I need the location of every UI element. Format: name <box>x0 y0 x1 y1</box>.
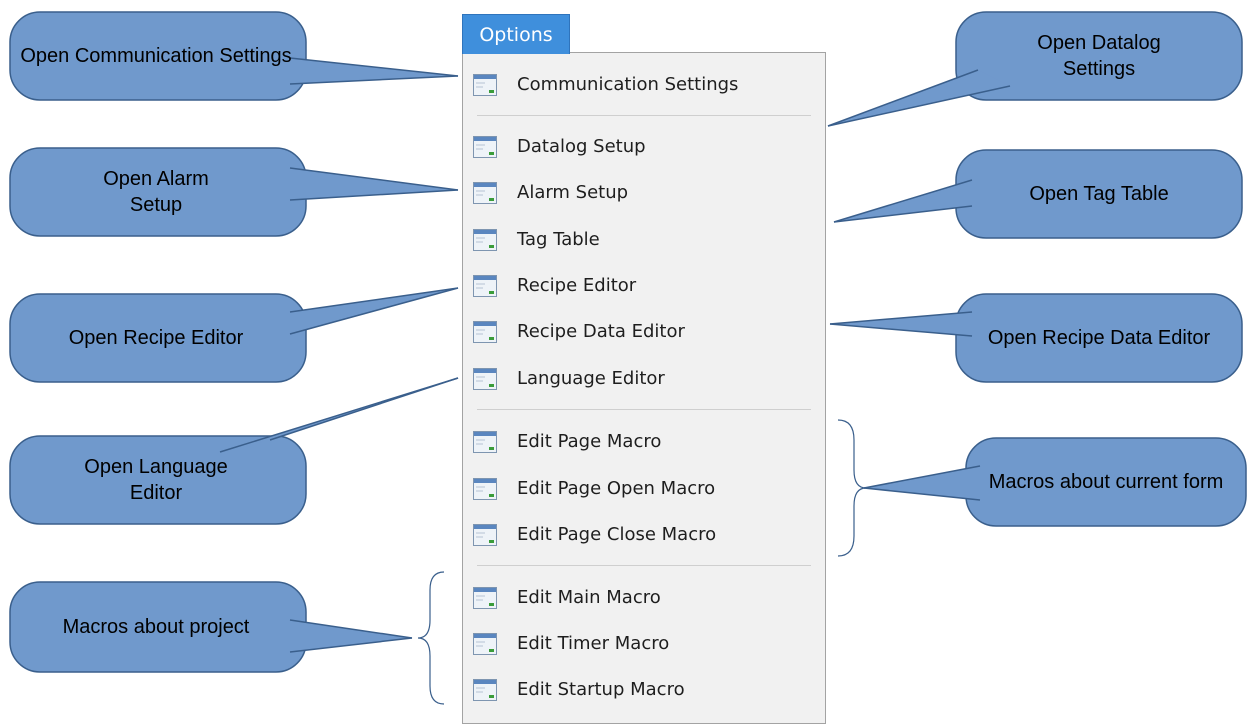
bracket-form-macros <box>837 419 867 557</box>
callout-macros-project-text: Macros about project <box>62 616 250 638</box>
menu-separator <box>477 565 811 566</box>
window-icon <box>473 74 497 96</box>
menu-item-label: Edit Page Macro <box>517 431 662 452</box>
callout-language-text: Open Language Editor <box>84 456 228 504</box>
menu-item-label: Tag Table <box>517 229 600 250</box>
menu-item-label: Language Editor <box>517 368 665 389</box>
options-dropdown-menu: Communication Settings Datalog Setup Ala… <box>462 52 826 724</box>
menu-item-language-editor[interactable]: Language Editor <box>463 360 825 398</box>
callout-datalog-text: Open Datalog Settings <box>1037 32 1161 80</box>
window-icon <box>473 182 497 204</box>
bracket-project-macros <box>417 571 445 705</box>
menu-item-tag-table[interactable]: Tag Table <box>463 221 825 259</box>
menu-item-label: Edit Page Open Macro <box>517 478 716 499</box>
window-icon <box>473 321 497 343</box>
menu-separator <box>477 115 811 116</box>
menu-item-edit-startup-macro[interactable]: Edit Startup Macro <box>463 671 825 709</box>
menu-item-label: Recipe Editor <box>517 275 637 296</box>
window-icon <box>473 136 497 158</box>
menu-item-edit-page-close-macro[interactable]: Edit Page Close Macro <box>463 516 825 554</box>
menu-separator <box>477 409 811 410</box>
callout-tag-table-text: Open Tag Table <box>1029 183 1169 205</box>
window-icon <box>473 587 497 609</box>
menu-item-label: Recipe Data Editor <box>517 321 685 342</box>
window-icon <box>473 524 497 546</box>
window-icon <box>473 478 497 500</box>
menu-item-edit-timer-macro[interactable]: Edit Timer Macro <box>463 625 825 663</box>
menu-item-label: Datalog Setup <box>517 136 646 157</box>
callout-recipe-data-text: Open Recipe Data Editor <box>987 327 1211 349</box>
menu-item-alarm-setup[interactable]: Alarm Setup <box>463 174 825 212</box>
menu-item-label: Edit Timer Macro <box>517 633 670 654</box>
callout-recipe-editor-text: Open Recipe Editor <box>68 327 244 349</box>
window-icon <box>473 368 497 390</box>
callout-macros-form-text: Macros about current form <box>988 471 1224 493</box>
menu-item-edit-page-open-macro[interactable]: Edit Page Open Macro <box>463 470 825 508</box>
menu-item-edit-main-macro[interactable]: Edit Main Macro <box>463 579 825 617</box>
window-icon <box>473 679 497 701</box>
window-icon <box>473 275 497 297</box>
options-menu-title[interactable]: Options <box>462 14 570 54</box>
callout-communication-text: Open Communication Settings <box>20 45 292 67</box>
callout-alarm-text: Open Alarm Setup <box>103 168 209 216</box>
menu-item-label: Edit Startup Macro <box>517 679 685 700</box>
menu-item-recipe-data-editor[interactable]: Recipe Data Editor <box>463 313 825 351</box>
window-icon <box>473 431 497 453</box>
menu-item-label: Edit Page Close Macro <box>517 524 717 545</box>
menu-item-recipe-editor[interactable]: Recipe Editor <box>463 267 825 305</box>
menu-item-edit-page-macro[interactable]: Edit Page Macro <box>463 423 825 461</box>
menu-item-datalog-setup[interactable]: Datalog Setup <box>463 128 825 166</box>
window-icon <box>473 633 497 655</box>
menu-item-label: Edit Main Macro <box>517 587 661 608</box>
menu-item-label: Alarm Setup <box>517 182 629 203</box>
window-icon <box>473 229 497 251</box>
menu-item-label: Communication Settings <box>517 74 739 95</box>
menu-item-communication-settings[interactable]: Communication Settings <box>463 66 825 104</box>
